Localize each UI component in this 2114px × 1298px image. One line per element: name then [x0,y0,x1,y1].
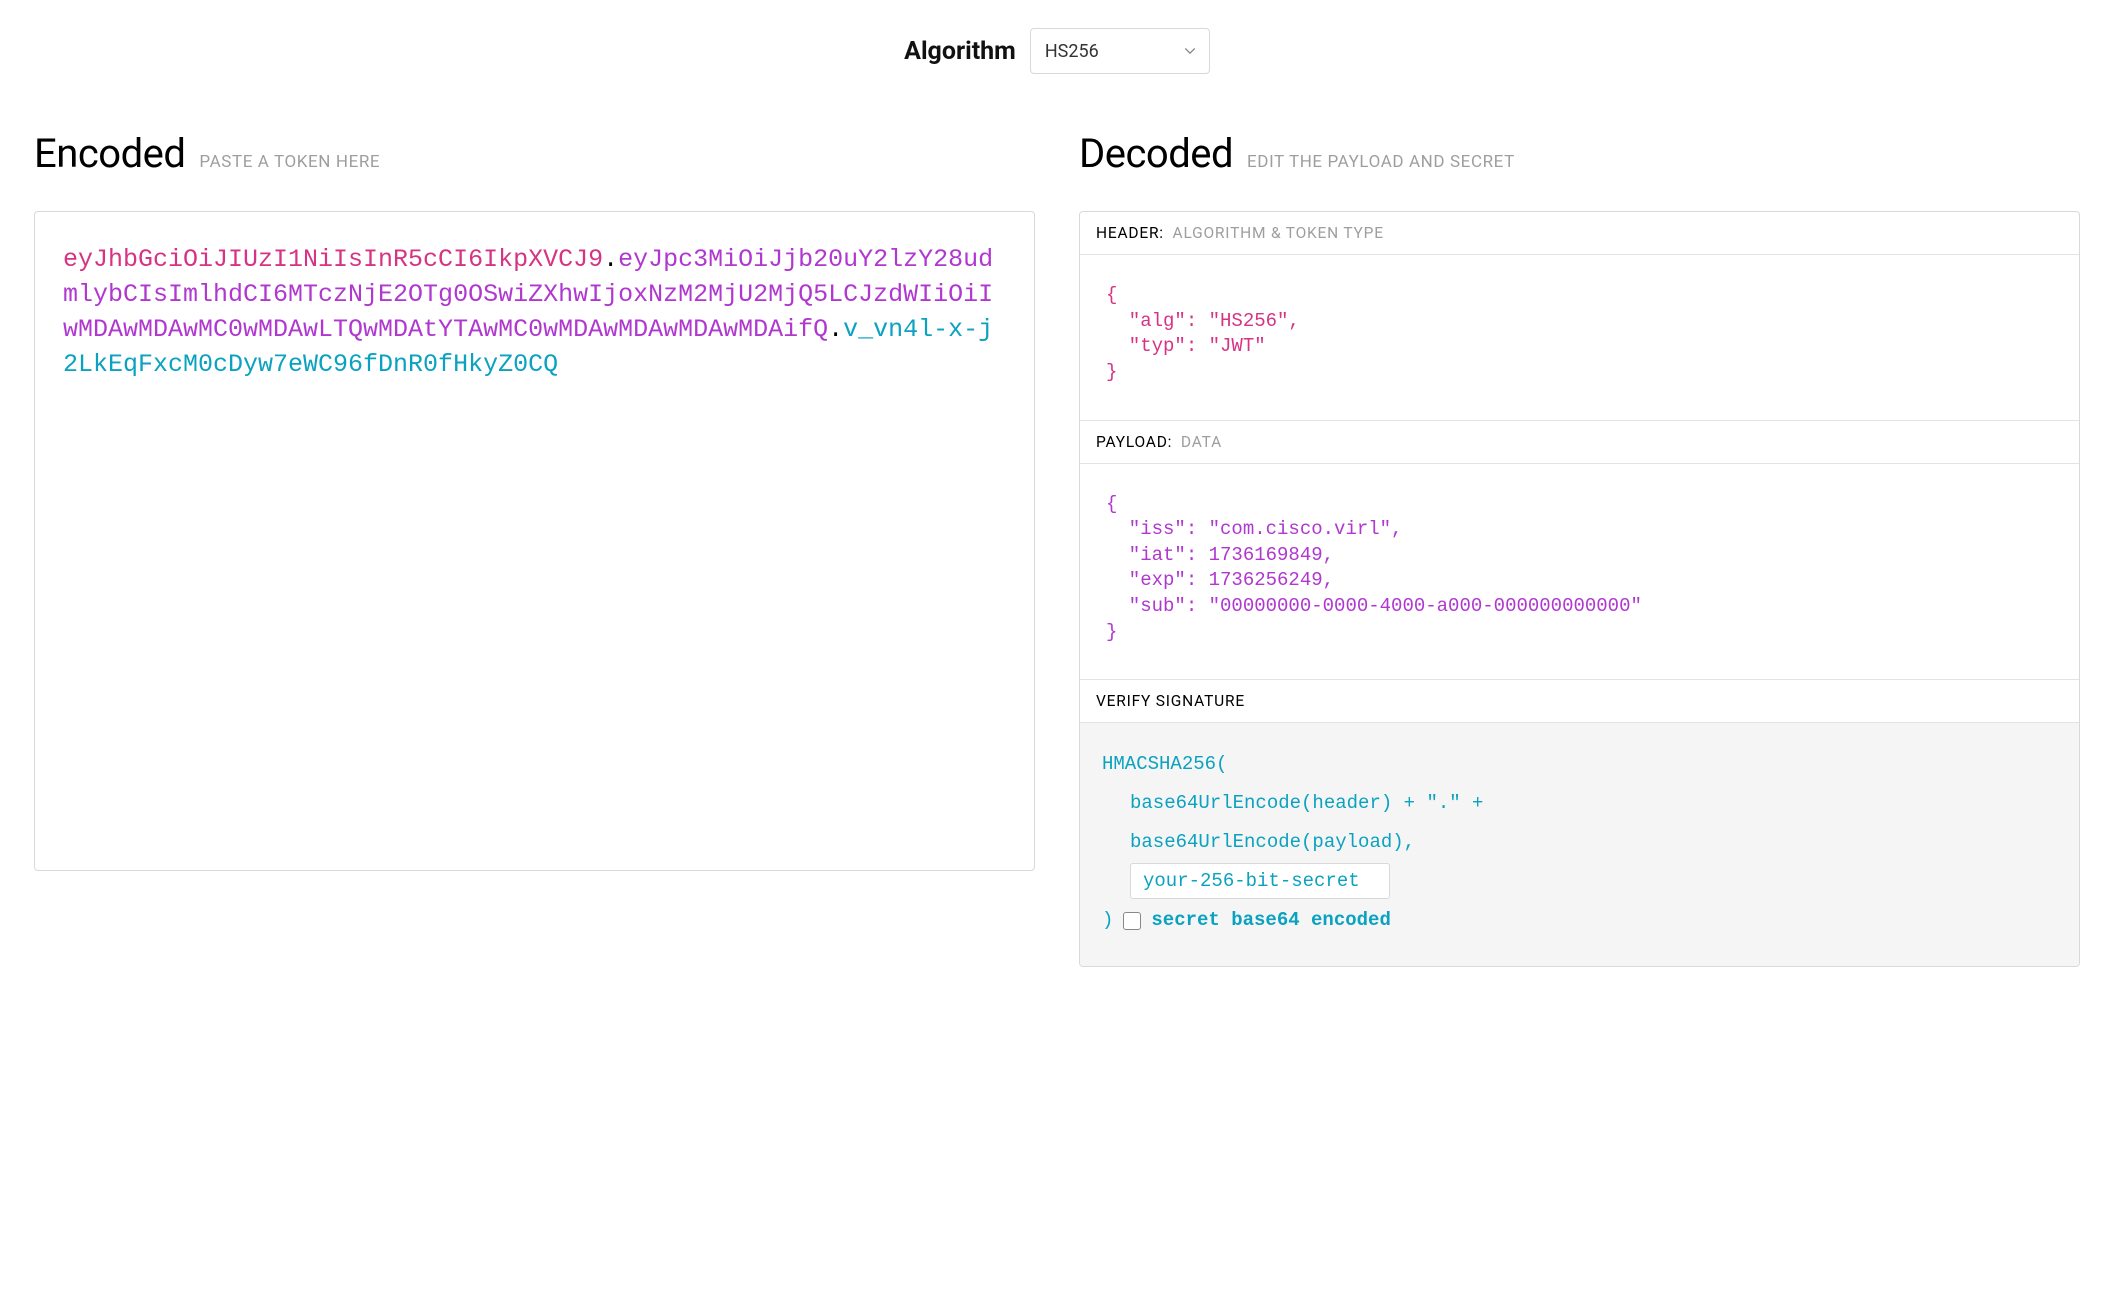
token-dot: . [603,245,618,274]
encoded-subtitle: PASTE A TOKEN HERE [199,152,380,172]
chevron-down-icon [1183,44,1197,58]
payload-desc: DATA [1181,433,1222,451]
decoded-column: Decoded EDIT THE PAYLOAD AND SECRET HEAD… [1079,130,2080,967]
header-label: HEADER: [1096,224,1164,242]
secret-base64-checkbox[interactable] [1123,912,1141,930]
algorithm-selected-value: HS256 [1045,41,1099,62]
payload-json-text: { "iss": "com.cisco.virl", "iat": 173616… [1106,493,1642,643]
encoded-title: Encoded [34,130,185,177]
decoded-title: Decoded [1079,130,1233,177]
algorithm-select[interactable]: HS256 [1030,28,1210,74]
token-header-part: eyJhbGciOiJIUzI1NiIsInR5cCI6IkpXVCJ9 [63,245,603,274]
decoded-box: HEADER: ALGORITHM & TOKEN TYPE { "alg": … [1079,211,2080,967]
header-json-text: { "alg": "HS256", "typ": "JWT" } [1106,284,1300,383]
decoded-subtitle: EDIT THE PAYLOAD AND SECRET [1247,152,1515,172]
sig-line-2: base64UrlEncode(header) + "." + [1102,784,2057,823]
signature-body: HMACSHA256( base64UrlEncode(header) + ".… [1080,723,2079,966]
main-columns: Encoded PASTE A TOKEN HERE eyJhbGciOiJIU… [34,130,2080,967]
encoded-token: eyJhbGciOiJIUzI1NiIsInR5cCI6IkpXVCJ9.eyJ… [63,242,1006,382]
header-json-editor[interactable]: { "alg": "HS256", "typ": "JWT" } [1080,255,2079,421]
header-section-label: HEADER: ALGORITHM & TOKEN TYPE [1080,212,2079,255]
secret-input[interactable] [1130,863,1390,899]
secret-base64-label: secret base64 encoded [1151,901,1390,940]
sig-footer: ) secret base64 encoded [1102,901,2057,940]
payload-json-editor[interactable]: { "iss": "com.cisco.virl", "iat": 173616… [1080,464,2079,681]
sig-line-3: base64UrlEncode(payload), [1102,823,2057,862]
payload-label: PAYLOAD: [1096,433,1172,451]
sig-close-paren: ) [1102,901,1113,940]
encoded-token-box[interactable]: eyJhbGciOiJIUzI1NiIsInR5cCI6IkpXVCJ9.eyJ… [34,211,1035,871]
verify-signature-label: VERIFY SIGNATURE [1080,680,2079,723]
token-dot: . [828,315,843,344]
algorithm-label: Algorithm [904,37,1016,66]
decoded-title-row: Decoded EDIT THE PAYLOAD AND SECRET [1079,130,2080,177]
encoded-title-row: Encoded PASTE A TOKEN HERE [34,130,1035,177]
verify-label: VERIFY SIGNATURE [1096,692,1245,710]
algorithm-row: Algorithm HS256 [34,28,2080,74]
payload-section-label: PAYLOAD: DATA [1080,421,2079,464]
sig-line-1: HMACSHA256( [1102,745,2057,784]
sig-secret-row [1102,862,2057,901]
header-desc: ALGORITHM & TOKEN TYPE [1173,224,1384,242]
encoded-column: Encoded PASTE A TOKEN HERE eyJhbGciOiJIU… [34,130,1035,871]
